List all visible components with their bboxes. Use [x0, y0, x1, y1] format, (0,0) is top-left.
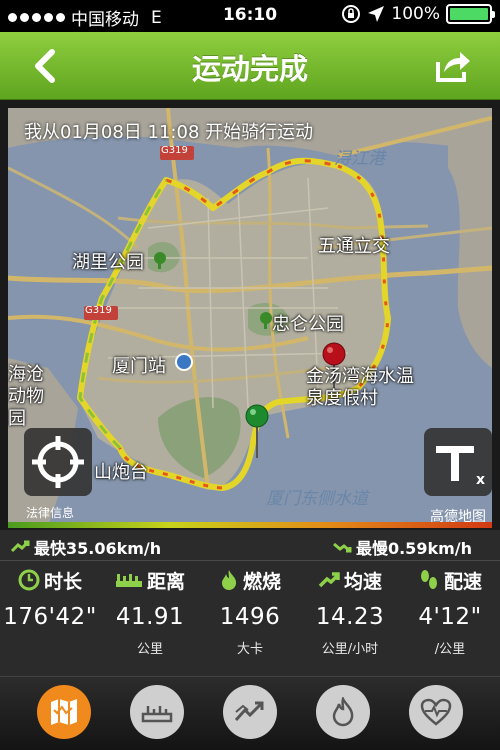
map-label-paotai: 山炮台 — [94, 462, 148, 483]
footprints-icon — [420, 570, 437, 589]
stat-label: 距离 — [146, 570, 185, 593]
stat-label: 配速 — [443, 570, 482, 593]
map-label-channel: 厦门东侧水道 — [266, 489, 368, 509]
stat-value: 176'42" — [3, 604, 97, 630]
tab-calories[interactable] — [316, 685, 370, 739]
trend-up-icon — [318, 572, 340, 588]
slow-rider-icon — [333, 542, 352, 553]
map-layer-button[interactable]: x — [424, 428, 492, 496]
stat-value: 4'12" — [418, 604, 482, 630]
speed-chart-icon — [234, 701, 264, 722]
ruler-icon — [141, 706, 173, 723]
stat-unit: /公里 — [434, 642, 466, 657]
road-sign-g319-top: G319 — [161, 145, 188, 156]
map-label-resort: 金汤湾海水温泉度假村 — [306, 366, 414, 409]
speed-gradient-strip — [8, 522, 492, 528]
map-label-port: 浔江港 — [334, 149, 385, 169]
flame-icon — [221, 570, 237, 590]
map-icon — [51, 699, 77, 725]
flame-icon — [332, 697, 354, 727]
fast-rider-icon — [10, 540, 30, 553]
road-layer-icon: x — [436, 446, 485, 488]
stat-label: 燃烧 — [242, 570, 281, 593]
crosshair-icon — [32, 436, 84, 488]
route-start-caption: 我从01月08日 11:08 开始骑行运动 — [24, 122, 314, 143]
slowest-speed: 最慢0.59km/h — [355, 539, 472, 558]
stat-avg-speed: 均速 14.23 公里/小时 — [300, 566, 400, 658]
stats-panel: 时长 176'42" 距离 41.91 公里 燃烧 1496 大卡 均速 14.… — [0, 566, 500, 666]
stat-unit: 公里/小时 — [321, 642, 379, 657]
share-icon[interactable] — [432, 46, 472, 86]
section-divider — [0, 560, 500, 561]
orientation-lock-icon — [342, 5, 361, 23]
map-label-zoo: 海沧动物园 — [8, 364, 44, 429]
stat-distance: 距离 41.91 公里 — [100, 566, 200, 658]
battery-percent: 100% — [391, 4, 440, 24]
status-bar: 中国移动 E 16:10 100% — [0, 0, 500, 32]
location-arrow-icon — [368, 6, 385, 22]
page-title: 运动完成 — [191, 52, 308, 86]
bottom-tab-bar — [0, 676, 500, 750]
stat-value: 41.91 — [115, 604, 185, 630]
stat-label: 时长 — [43, 570, 82, 593]
speed-summary: 最快35.06km/h 最慢0.59km/h — [0, 532, 500, 558]
stat-value: 14.23 — [315, 604, 385, 630]
battery-icon — [446, 4, 495, 24]
stat-calories: 燃烧 1496 大卡 — [200, 566, 300, 657]
tab-map[interactable] — [37, 685, 91, 739]
clock-icon — [18, 569, 40, 591]
ruler-icon — [115, 574, 142, 587]
route-map[interactable]: 我从01月08日 11:08 开始骑行运动 G319 G319 浔江港 湖里公园… — [8, 108, 492, 526]
tab-speed[interactable] — [223, 685, 277, 739]
stat-label: 均速 — [343, 570, 382, 593]
stat-duration: 时长 176'42" — [0, 566, 100, 638]
heart-rate-icon — [420, 698, 452, 726]
legal-info-link[interactable]: 法律信息 — [26, 504, 74, 521]
nav-header: 运动完成 — [0, 32, 500, 100]
stat-unit: 公里 — [136, 642, 163, 657]
map-label-interchange: 五通立交 — [318, 236, 390, 257]
road-sign-g319-left: G319 — [85, 305, 112, 316]
map-label-station: 厦门站 — [112, 356, 166, 377]
fastest-speed: 最快35.06km/h — [34, 539, 162, 558]
svg-text:x: x — [476, 472, 485, 488]
tab-distance[interactable] — [130, 685, 184, 739]
map-label-zhonglun: 忠仑公园 — [272, 314, 344, 335]
locate-button[interactable] — [24, 428, 92, 496]
stat-value: 1496 — [219, 604, 281, 630]
tab-heart-rate[interactable] — [409, 685, 463, 739]
stat-unit: 大卡 — [236, 642, 263, 657]
map-label-park: 湖里公园 — [72, 252, 144, 273]
map-frame: 我从01月08日 11:08 开始骑行运动 G319 G319 浔江港 湖里公园… — [0, 100, 500, 530]
stat-pace: 配速 4'12" /公里 — [400, 566, 500, 657]
